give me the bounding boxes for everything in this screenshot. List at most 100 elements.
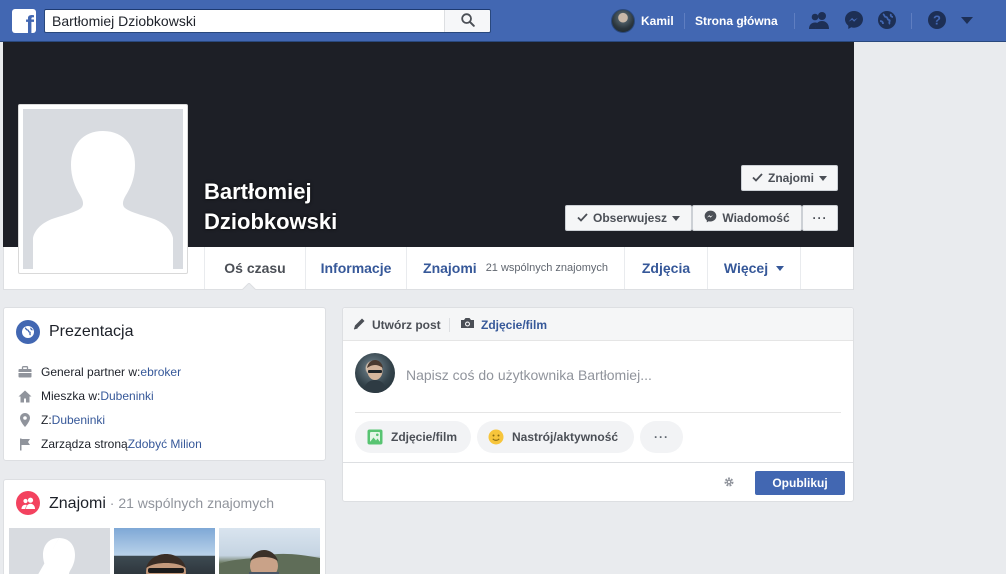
intro-row-text: Z: — [41, 413, 52, 427]
intro-row-lives: Mieszka w: Dubeninki — [18, 388, 154, 404]
active-tab-pointer — [242, 283, 256, 290]
message-button[interactable]: Wiadomość — [692, 205, 802, 231]
intro-row-text: Mieszka w: — [41, 389, 101, 403]
photo-video-button-label: Zdjęcie/film — [391, 430, 458, 444]
employer-link[interactable]: ebroker — [140, 365, 181, 379]
profile-picture[interactable] — [18, 104, 188, 274]
avatar — [355, 353, 395, 393]
composer-divider — [355, 412, 841, 413]
profile-name[interactable]: Bartłomiej Dziobkowski — [204, 177, 337, 237]
feeling-activity-button-label: Nastrój/aktywność — [512, 430, 619, 444]
mutual-friends-count: 21 wspólnych znajomych — [485, 262, 608, 274]
user-name: Kamil — [641, 14, 674, 28]
more-composer-options-button[interactable]: ··· — [640, 421, 683, 453]
current-city-link[interactable]: Dubeninki — [100, 389, 153, 403]
checkmark-icon — [577, 211, 588, 225]
post-composer: Utwórz post Zdjęcie/film Zdjęcie/film Na… — [342, 307, 854, 502]
intro-card: Prezentacja General partner w: ebroker M… — [3, 307, 326, 461]
following-button[interactable]: Obserwujesz — [565, 205, 692, 231]
home-icon — [18, 389, 32, 403]
help-icon: ? — [927, 10, 947, 33]
top-navigation-bar: f Kamil Strona główna ? — [0, 0, 1006, 42]
camera-icon — [460, 317, 475, 332]
photo-video-tab[interactable]: Zdjęcie/film — [460, 317, 547, 332]
friends-card-title[interactable]: Znajomi — [49, 495, 106, 512]
intro-row-text: General partner w: — [41, 365, 141, 379]
tab-friends[interactable]: Znajomi 21 wspólnych znajomych — [407, 247, 625, 289]
default-avatar-silhouette-icon — [23, 109, 183, 269]
intro-row-work: General partner w: ebroker — [18, 364, 181, 380]
intro-row-page: Zarządza stroną Zdobyć Milion — [18, 436, 202, 452]
more-options-icon: ··· — [812, 211, 828, 225]
location-pin-icon — [18, 413, 32, 427]
friend-requests-icon — [808, 11, 830, 32]
nav-divider — [794, 13, 795, 29]
notifications-button[interactable] — [875, 9, 899, 33]
message-label: Wiadomość — [722, 211, 790, 225]
briefcase-icon — [18, 365, 32, 379]
intro-row-from: Z: Dubeninki — [18, 412, 105, 428]
friend-requests-button[interactable] — [807, 9, 831, 33]
friends-card: Znajomi · 21 wspólnych znajomych — [3, 479, 326, 574]
home-link[interactable]: Strona główna — [695, 14, 778, 28]
photo-icon — [367, 429, 383, 445]
tab-about[interactable]: Informacje — [306, 247, 407, 289]
profile-last-name: Dziobkowski — [204, 208, 338, 234]
account-menu-icon — [961, 14, 973, 28]
create-post-tab[interactable]: Utwórz post — [353, 317, 441, 333]
photo-video-tab-label: Zdjęcie/film — [481, 317, 548, 332]
flag-icon — [18, 437, 32, 451]
facebook-logo[interactable]: f — [12, 9, 36, 33]
tab-label: Zdjęcia — [641, 260, 691, 276]
tab-label: Informacje — [320, 260, 392, 276]
svg-text:?: ? — [933, 12, 941, 27]
following-label: Obserwujesz — [592, 211, 668, 225]
friends-icon — [16, 491, 40, 515]
managed-page-link[interactable]: Zdobyć Milion — [128, 437, 202, 451]
feeling-activity-button[interactable]: Nastrój/aktywność — [477, 421, 634, 453]
chevron-down-icon — [819, 175, 827, 181]
help-button[interactable]: ? — [925, 9, 949, 33]
chevron-down-icon — [776, 265, 785, 271]
notifications-globe-icon — [877, 10, 897, 33]
profile-first-name: Bartłomiej — [204, 179, 312, 204]
photo-video-button[interactable]: Zdjęcie/film — [355, 421, 471, 453]
publish-button[interactable]: Opublikuj — [755, 471, 845, 495]
friend-photo[interactable] — [114, 528, 215, 574]
intro-title: Prezentacja — [49, 323, 134, 340]
search-input[interactable] — [45, 10, 445, 32]
avatar — [611, 9, 635, 33]
nav-divider — [684, 13, 685, 29]
friend-photo[interactable] — [9, 528, 110, 574]
messenger-button[interactable] — [842, 9, 866, 33]
search-box — [44, 9, 491, 33]
profile-shortcut[interactable]: Kamil — [611, 9, 674, 33]
facebook-logo-letter: f — [25, 11, 34, 34]
create-post-label: Utwórz post — [372, 318, 441, 332]
intro-row-text: Zarządza stroną — [41, 437, 128, 451]
messenger-icon — [704, 210, 717, 226]
more-options-icon: ··· — [654, 430, 669, 444]
tab-photos[interactable]: Zdjęcia — [625, 247, 708, 289]
composer-tab-divider — [449, 318, 450, 332]
tab-label: Znajomi — [423, 260, 477, 276]
tab-more[interactable]: Więcej — [708, 247, 801, 289]
composer-text-input[interactable] — [406, 366, 846, 384]
search-button[interactable] — [444, 10, 490, 32]
more-options-button[interactable]: ··· — [802, 205, 838, 231]
publish-button-label: Opublikuj — [772, 476, 828, 490]
chevron-down-icon — [672, 215, 681, 221]
smiley-icon — [488, 429, 504, 445]
composer-header: Utwórz post Zdjęcie/film — [343, 308, 853, 341]
composer-footer: Opublikuj — [343, 462, 853, 502]
gear-icon[interactable] — [723, 476, 735, 488]
pencil-icon — [353, 317, 366, 333]
friends-status-button[interactable]: Znajomi — [741, 165, 838, 191]
checkmark-icon — [752, 171, 763, 185]
search-icon — [460, 12, 475, 30]
friend-photo[interactable] — [219, 528, 320, 574]
hometown-link[interactable]: Dubeninki — [52, 413, 105, 427]
friends-status-label: Znajomi — [767, 171, 814, 185]
account-menu-button[interactable] — [955, 9, 979, 33]
friends-card-subtitle: · 21 wspólnych znajomych — [105, 495, 274, 511]
